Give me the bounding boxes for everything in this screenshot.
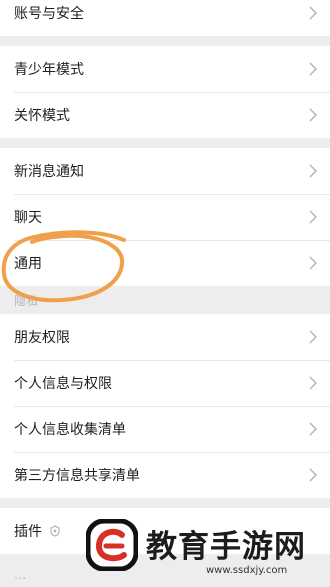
group-divider — [0, 498, 330, 508]
chevron-right-icon — [309, 210, 317, 224]
settings-list: 账号与安全 青少年模式 关怀模式 新消息通知 聊天 通用 隐私 朋友权限 个人信… — [0, 0, 330, 554]
settings-item-label: 第三方信息共享清单 — [14, 468, 140, 484]
chevron-right-icon — [309, 422, 317, 436]
chevron-right-icon — [309, 108, 317, 122]
settings-item-label: 个人信息收集清单 — [14, 422, 126, 438]
settings-item-care-mode[interactable]: 关怀模式 — [0, 92, 330, 138]
settings-group-general: 新消息通知 聊天 通用 — [0, 148, 330, 286]
chevron-right-icon — [309, 164, 317, 178]
settings-item-label: 新消息通知 — [14, 164, 84, 180]
settings-item-account-security[interactable]: 账号与安全 — [0, 0, 330, 36]
watermark-brand: 教育手游网 — [146, 529, 306, 565]
settings-item-personal-info-permissions[interactable]: 个人信息与权限 — [0, 360, 330, 406]
settings-item-chat[interactable]: 聊天 — [0, 194, 330, 240]
settings-item-label: 朋友权限 — [14, 330, 70, 346]
settings-item-label: 账号与安全 — [14, 6, 84, 22]
partial-row-text: ··· — [14, 572, 27, 587]
settings-group-privacy: 朋友权限 个人信息与权限 个人信息收集清单 第三方信息共享清单 — [0, 314, 330, 498]
group-divider — [0, 36, 330, 46]
chevron-right-icon — [309, 6, 317, 20]
settings-item-friend-permissions[interactable]: 朋友权限 — [0, 314, 330, 360]
settings-item-general[interactable]: 通用 — [0, 240, 330, 286]
chevron-right-icon — [309, 330, 317, 344]
chevron-right-icon — [309, 376, 317, 390]
settings-item-label: 通用 — [14, 256, 42, 272]
shield-icon — [50, 525, 60, 537]
settings-item-teen-mode[interactable]: 青少年模式 — [0, 46, 330, 92]
settings-item-label: 关怀模式 — [14, 108, 70, 124]
watermark-domain: www.ssdxjy.com — [206, 565, 288, 576]
settings-item-label: 插件 — [14, 524, 42, 540]
watermark-logo: 教育手游网 www.ssdxjy.com — [86, 517, 326, 583]
settings-group-account: 账号与安全 — [0, 0, 330, 36]
chevron-right-icon — [309, 468, 317, 482]
section-header-privacy: 隐私 — [0, 286, 330, 314]
chevron-right-icon — [309, 62, 317, 76]
settings-group-modes: 青少年模式 关怀模式 — [0, 46, 330, 138]
settings-item-third-party-sharing[interactable]: 第三方信息共享清单 — [0, 452, 330, 498]
settings-item-label: 青少年模式 — [14, 62, 84, 78]
settings-item-notifications[interactable]: 新消息通知 — [0, 148, 330, 194]
chevron-right-icon — [309, 256, 317, 270]
settings-item-label: 个人信息与权限 — [14, 376, 112, 392]
group-divider — [0, 138, 330, 148]
logo-mark-icon — [86, 519, 138, 571]
settings-item-personal-info-collection[interactable]: 个人信息收集清单 — [0, 406, 330, 452]
settings-item-label: 聊天 — [14, 210, 42, 226]
